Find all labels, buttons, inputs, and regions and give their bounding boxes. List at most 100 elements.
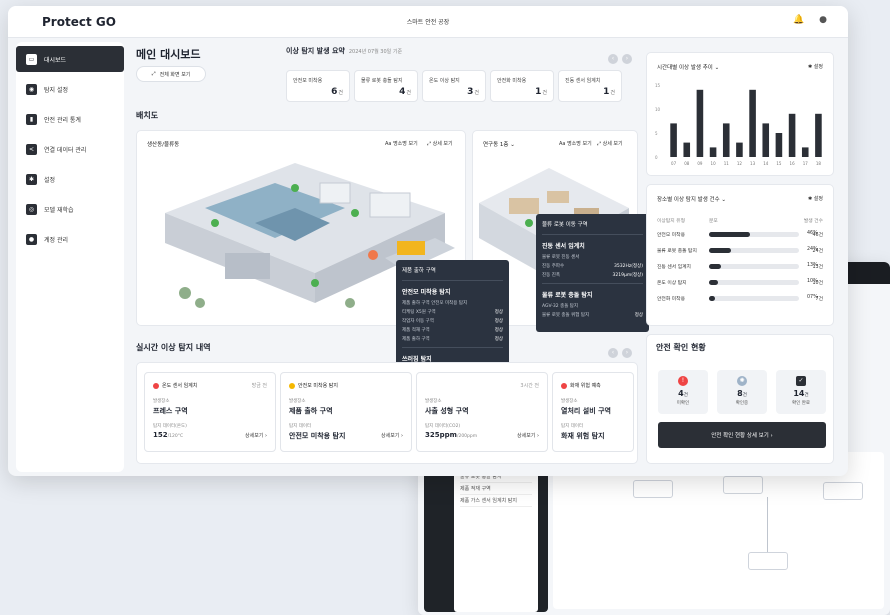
summary-next-button[interactable]: › xyxy=(622,54,632,64)
summary-card-temperature[interactable]: 온도 이상 탐지 3건 xyxy=(422,70,486,102)
trend-bar[interactable] xyxy=(722,123,730,157)
realtime-next-button[interactable]: › xyxy=(622,348,632,358)
sidebar-item-label: 탐지 설정 xyxy=(44,86,68,94)
tooltip-divider xyxy=(542,234,643,235)
summary-card-robot-collision[interactable]: 물류 로봇 충돌 탐지 4건 xyxy=(354,70,418,102)
trend-bar[interactable] xyxy=(736,142,743,157)
sidebar-item-model-retrain[interactable]: ◎ 모델 재학습 xyxy=(16,196,124,222)
flow-node xyxy=(823,482,863,500)
distribution-bar-fill xyxy=(709,264,721,269)
trend-bar[interactable] xyxy=(683,142,691,157)
summary-card-value: 4건 xyxy=(399,87,411,97)
trend-bar[interactable] xyxy=(670,123,677,157)
fullscreen-button[interactable]: ⤢ 전체 화면 보기 xyxy=(136,66,206,82)
x-tick-label: 09 xyxy=(697,161,703,166)
realtime-card-time: 3시간 전 xyxy=(520,383,539,389)
safety-box-unconfirmed[interactable]: ! 4건 미확인 xyxy=(658,370,708,414)
monitor-icon: ▭ xyxy=(26,53,37,65)
distribution-row: 안전화 미착용 07% 7건 xyxy=(657,293,823,304)
x-tick-label: 11 xyxy=(724,161,730,166)
realtime-card-type: 온도 센서 임계치 xyxy=(162,383,198,389)
trend-bar[interactable] xyxy=(801,147,809,157)
trend-bar-chart: 15 10 5 0 07 08 09 10 11 12 13 14 15 16 17 18 xyxy=(655,83,822,166)
sidebar-item-statistics[interactable]: ▮ 안전 관리 통계 xyxy=(16,106,124,132)
show-place-names-button[interactable]: Aa 명소명 보기 xyxy=(385,140,418,147)
fullscreen-button-label: 전체 화면 보기 xyxy=(159,71,191,78)
y-tick-label: 15 xyxy=(655,83,661,88)
x-tick-label: 12 xyxy=(737,161,743,166)
expand-icon: ⤢ xyxy=(151,71,156,77)
sidebar: ▭ 대시보드 ◉ 탐지 설정 ▮ 안전 관리 통계 < 연결 데이터 관리 ✱ … xyxy=(16,42,124,472)
safety-box-in-progress[interactable]: ✺ 8건 확인중 xyxy=(717,370,767,414)
sidebar-item-connected-data[interactable]: < 연결 데이터 관리 xyxy=(16,136,124,162)
realtime-prev-button[interactable]: ‹ xyxy=(608,348,618,358)
summary-card-value: 3건 xyxy=(467,87,479,97)
realtime-card-detail-link[interactable]: 상세보기 › xyxy=(381,432,403,439)
background-list-row: 제품 가스 센서 임계치 탐지 xyxy=(460,495,532,507)
distribution-bar-fill xyxy=(709,296,716,301)
sidebar-item-detection-settings[interactable]: ◉ 탐지 설정 xyxy=(16,76,124,102)
realtime-card[interactable]: 온도 센서 임계치 방금 전 발생장소 프레스 구역 탐지 데이터(온도) 152/120… xyxy=(144,372,276,452)
bell-icon[interactable]: 🔔 xyxy=(792,13,806,27)
summary-card-label: 진동 센서 임계치 xyxy=(565,78,601,84)
tooltip-head: 물류 로봇 이동 구역 xyxy=(542,222,588,228)
distribution-bar-fill xyxy=(709,248,731,253)
realtime-card[interactable]: 3시간 전 발생장소 사출 성형 구역 탐지 데이터(CO2) 325ppm/200pp… xyxy=(416,372,548,452)
flow-node xyxy=(748,552,788,570)
map-detail-button[interactable]: ⤢ 상세 보기 xyxy=(427,140,453,147)
summary-prev-button[interactable]: ‹ xyxy=(608,54,618,64)
map-detail-button[interactable]: ⤢ 상세 보기 xyxy=(597,140,623,147)
realtime-card[interactable]: 안전모 미착용 탐지 발생장소 제품 출하 구역 탐지 데이터 안전모 미착용 탐지 상세… xyxy=(280,372,412,452)
realtime-card-detail-link[interactable]: 상세보기 › xyxy=(517,432,539,439)
tooltip-row: 제품 적재 구역 정상 xyxy=(402,328,503,333)
distribution-bar-track xyxy=(709,296,799,301)
sidebar-item-settings[interactable]: ✱ 설정 xyxy=(16,166,124,192)
distribution-row-count: 7건 xyxy=(815,297,823,302)
trend-chart-title[interactable]: 시간대별 이상 발생 추이 ⌄ xyxy=(657,63,719,71)
map-title[interactable]: 연구동 1층 ⌄ xyxy=(483,140,515,148)
check-icon: ✓ xyxy=(796,376,806,386)
realtime-card-data-label: 탐지 데이터 xyxy=(561,424,584,429)
realtime-card-data-value: 152/120°C xyxy=(153,431,184,439)
tooltip-divider xyxy=(542,283,643,284)
safety-detail-button[interactable]: 안전 확인 현황 상세 보기 › xyxy=(658,422,826,448)
trend-chart-settings-button[interactable]: ✱ 설정 xyxy=(808,63,823,70)
person-icon: ● xyxy=(26,233,37,245)
x-tick-label: 16 xyxy=(790,161,796,166)
share-icon: < xyxy=(26,143,37,155)
summary-card-vibration[interactable]: 진동 센서 임계치 1건 xyxy=(558,70,622,102)
safety-box-completed[interactable]: ✓ 14건 확인 완료 xyxy=(776,370,826,414)
sidebar-item-dashboard[interactable]: ▭ 대시보드 xyxy=(16,46,124,72)
flow-node xyxy=(723,476,763,494)
trend-bar[interactable] xyxy=(775,133,783,157)
trend-bar[interactable] xyxy=(709,147,717,157)
tooltip-subtitle: AGV-32 충돌 탐지 xyxy=(542,304,579,309)
trend-bar[interactable] xyxy=(762,123,770,157)
app-title: 스마트 안전 공장 xyxy=(406,19,450,26)
tooltip-subtitle: 제품 출하 구역 안전모 미착용 탐지 xyxy=(402,301,468,306)
trend-bar[interactable] xyxy=(815,113,822,157)
dashboard-window: Protect GO 스마트 안전 공장 🔔 ● ▭ 대시보드 ◉ 탐지 설정 … xyxy=(8,6,848,476)
summary-card-safety-shoes[interactable]: 안전화 미착용 1건 xyxy=(490,70,554,102)
user-icon[interactable]: ● xyxy=(816,13,830,27)
background-list-panel: 물류 로봇 충돌 탐지 제품 적재 구역 제품 가스 센서 임계치 탐지 xyxy=(454,467,538,612)
trend-bar[interactable] xyxy=(696,89,704,157)
summary-card-value: 6건 xyxy=(331,87,343,97)
trend-bar[interactable] xyxy=(788,113,796,157)
map-title: 생산동/물류동 xyxy=(147,142,180,148)
realtime-card[interactable]: 화재 위험 예측 발생장소 열처리 설비 구역 탐지 데이터 화재 위험 탐지 xyxy=(552,372,634,452)
distribution-row-name: 안전화 미착용 xyxy=(657,297,686,302)
distribution-row-name: 안전모 미착용 xyxy=(657,233,686,238)
sidebar-item-accounts[interactable]: ● 계정 관리 xyxy=(16,226,124,252)
trend-bar[interactable] xyxy=(749,89,756,157)
chevron-down-icon: ⌄ xyxy=(714,65,720,71)
summary-card-helmet[interactable]: 안전모 미착용 6건 xyxy=(286,70,350,102)
realtime-title: 실시간 이상 탐지 내역 xyxy=(136,343,211,352)
distribution-row: 안전모 미착용 46% 46건 xyxy=(657,229,823,240)
realtime-card-location: 제품 출하 구역 xyxy=(289,407,333,415)
tooltip-section-title: 진동 센서 임계치 xyxy=(542,243,585,250)
distribution-title[interactable]: 장소별 이상 탐지 발생 건수 ⌄ xyxy=(657,195,726,203)
show-place-names-button[interactable]: Aa 명소명 보기 xyxy=(559,140,592,147)
realtime-card-detail-link[interactable]: 상세보기 › xyxy=(245,432,267,439)
distribution-settings-button[interactable]: ✱ 설정 xyxy=(808,195,823,202)
